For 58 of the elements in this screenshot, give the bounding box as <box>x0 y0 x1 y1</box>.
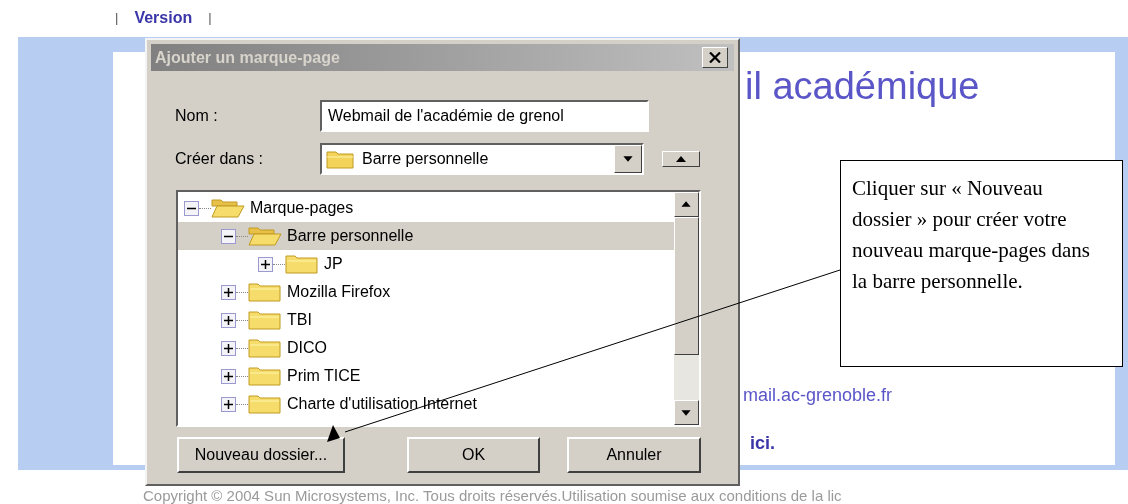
close-button[interactable] <box>702 47 728 68</box>
name-label: Nom : <box>175 106 219 126</box>
dialog-title: Ajouter un marque-page <box>155 47 340 68</box>
expand-icon[interactable] <box>221 368 236 384</box>
tree-item-label: Marque-pages <box>250 198 354 218</box>
folder-icon <box>248 310 282 330</box>
up-arrow-icon <box>676 156 686 162</box>
separator: | <box>208 9 212 28</box>
copyright-text: Copyright © 2004 Sun Microsystems, Inc. Tous droits réservés.Utilisation soumise aux conditions de la lic <box>143 488 842 504</box>
collapse-button[interactable] <box>662 151 700 167</box>
scroll-thumb[interactable] <box>674 217 699 355</box>
name-field[interactable]: Webmail de l'académie de grenol <box>320 100 649 132</box>
folder-icon <box>248 366 282 386</box>
close-icon <box>709 52 721 63</box>
separator: | <box>115 9 119 28</box>
open-folder-icon <box>248 226 282 246</box>
version-link[interactable]: Version <box>134 6 193 30</box>
tree-item-label: TBI <box>287 310 312 330</box>
expand-icon[interactable] <box>221 396 236 412</box>
page-heading: il académique <box>745 64 980 109</box>
tree-item-label: Mozilla Firefox <box>287 282 391 302</box>
folder-value: Barre personnelle <box>362 149 490 169</box>
expand-icon[interactable] <box>221 312 236 328</box>
folder-icon <box>248 282 282 302</box>
expand-icon[interactable] <box>221 340 236 356</box>
collapse-icon[interactable] <box>221 228 236 244</box>
tree-item-label: Barre personnelle <box>287 226 414 246</box>
tree-row[interactable]: DICO <box>178 334 674 362</box>
tree-row[interactable]: JP <box>178 250 674 278</box>
ok-button[interactable]: OK <box>407 437 540 473</box>
create-in-label: Créer dans : <box>175 149 265 169</box>
folder-icon <box>285 254 319 274</box>
callout-text: Cliquer sur « Nouveau dossier » pour créer votre nouveau marque-pages dans la barre personnelle. <box>852 175 1091 295</box>
collapse-icon[interactable] <box>184 200 199 216</box>
expand-icon[interactable] <box>221 284 236 300</box>
tree-item-label: Charte d'utilisation Internet <box>287 394 477 414</box>
email-link[interactable]: mail.ac-grenoble.fr <box>743 382 893 409</box>
expand-icon[interactable] <box>258 256 273 272</box>
tree-row[interactable]: Marque-pages <box>178 194 674 222</box>
folder-icon <box>326 149 356 169</box>
tree-row[interactable]: TBI <box>178 306 674 334</box>
folder-dropdown[interactable]: Barre personnelle <box>320 143 644 175</box>
scroll-up-icon[interactable] <box>674 192 699 217</box>
tree-row[interactable]: Prim TICE <box>178 362 674 390</box>
scroll-down-icon[interactable] <box>674 400 699 425</box>
here-link[interactable]: ici. <box>750 430 775 457</box>
tree-row[interactable]: Mozilla Firefox <box>178 278 674 306</box>
tree-row[interactable]: Charte d'utilisation Internet <box>178 390 674 418</box>
cancel-button[interactable]: Annuler <box>567 437 701 473</box>
folder-icon <box>248 338 282 358</box>
tree-item-label: Prim TICE <box>287 366 361 386</box>
scrollbar[interactable] <box>674 192 699 425</box>
tree-item-label: DICO <box>287 338 327 358</box>
tree-row[interactable]: Barre personnelle <box>178 222 674 250</box>
new-folder-button[interactable]: Nouveau dossier... <box>177 437 345 473</box>
tree-item-label: JP <box>324 254 343 274</box>
open-folder-icon <box>211 198 245 218</box>
folder-icon <box>248 394 282 414</box>
